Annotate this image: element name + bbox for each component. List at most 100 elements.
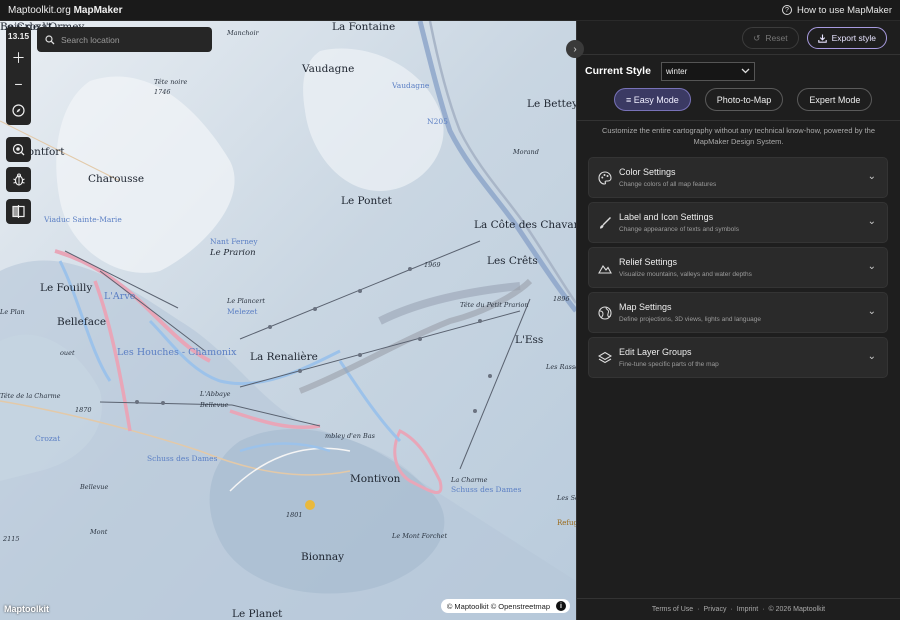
section-subtitle: Define projections, 3D views, lights and… xyxy=(619,316,762,323)
map-label: Le Pontet xyxy=(341,195,392,207)
imprint-link[interactable]: Imprint xyxy=(737,606,758,613)
map-label: Schuss des Dames xyxy=(147,454,218,463)
attribution-text: © Maptoolkit © Openstreetmap xyxy=(446,601,550,611)
export-label: Export style xyxy=(831,33,876,43)
section-title: Edit Layer Groups xyxy=(619,347,692,357)
terms-link[interactable]: Terms of Use xyxy=(652,606,693,613)
footer-separator: · xyxy=(697,606,700,613)
location-search-tool-button[interactable] xyxy=(6,137,31,162)
app-brand[interactable]: Maptoolkit.org MapMaker xyxy=(8,5,123,16)
section-edit-layer-groups[interactable]: Edit Layer Groups Fine-tune specific par… xyxy=(588,337,888,378)
zoom-level-indicator: 13.15 xyxy=(6,27,31,45)
map-label: Les Crêts xyxy=(487,255,538,267)
map-label: Crozat xyxy=(35,434,61,443)
map-label: Le Mont Forchet xyxy=(392,532,448,540)
compass-button[interactable] xyxy=(6,97,31,123)
map-label: Le Plancert xyxy=(227,297,265,305)
map-attribution: © Maptoolkit © Openstreetmap i xyxy=(440,599,570,613)
chevron-down-icon xyxy=(741,68,750,74)
mode-tabs: ≡ Easy Mode Photo-to-Map Expert Mode xyxy=(614,88,873,111)
section-title: Map Settings xyxy=(619,302,672,312)
section-relief-settings[interactable]: Relief Settings Visualize mountains, val… xyxy=(588,247,888,288)
chevron-right-icon: › xyxy=(573,43,577,55)
map-label: Melezet xyxy=(227,307,258,316)
mode-description: Customize the entire cartography without… xyxy=(601,126,876,146)
section-subtitle: Fine-tune specific parts of the map xyxy=(619,361,719,368)
zoom-out-button[interactable]: − xyxy=(6,71,31,97)
map-label: Tête noire xyxy=(154,78,188,86)
privacy-link[interactable]: Privacy xyxy=(704,606,727,613)
chevron-down-icon: ⌄ xyxy=(867,261,876,272)
export-style-button[interactable]: Export style xyxy=(806,27,887,49)
map-canvas[interactable]: La Fontaine Manchoir Vaudagne Vaudagne Le Be… xyxy=(0,21,576,620)
map-label: Vaudagne xyxy=(392,81,430,90)
divider xyxy=(577,54,900,55)
section-map-settings[interactable]: Map Settings Define projections, 3D view… xyxy=(588,292,888,333)
map-label: Belleface xyxy=(57,316,107,328)
chevron-down-icon: ⌄ xyxy=(867,216,876,227)
location-search-box[interactable] xyxy=(37,27,212,52)
tab-expert-mode[interactable]: Expert Mode xyxy=(797,88,873,111)
map-label: N205 xyxy=(427,117,448,126)
globe-icon xyxy=(598,306,612,320)
help-link[interactable]: ? How to use MapMaker xyxy=(781,5,892,16)
reset-button[interactable]: ↺ Reset xyxy=(742,27,799,49)
map-label: Montivon xyxy=(350,473,401,485)
collapse-panel-button[interactable]: › xyxy=(566,40,584,58)
map-label: La Charme xyxy=(451,476,488,484)
style-select-value: winter xyxy=(665,66,688,76)
copyright-text: © 2026 Maptoolkit xyxy=(768,606,826,613)
download-icon xyxy=(817,34,827,43)
zoom-level-value: 13.15 xyxy=(7,31,30,41)
map-label: Nant Ferney xyxy=(210,237,258,246)
section-title: Color Settings xyxy=(619,167,676,177)
compare-tool-button[interactable] xyxy=(6,199,31,224)
current-style-row: Current Style winter xyxy=(585,58,900,84)
map-label: Bionnay xyxy=(301,551,345,563)
map-label: La Fontaine xyxy=(332,21,396,33)
brand-bold: MapMaker xyxy=(73,4,123,16)
footer-separator: · xyxy=(730,606,733,613)
section-subtitle: Change colors of all map features xyxy=(619,181,717,188)
mountain-icon xyxy=(598,265,612,274)
chevron-down-icon: ⌄ xyxy=(867,171,876,182)
map-label: 1870 xyxy=(75,406,92,414)
help-icon: ? xyxy=(781,5,792,15)
info-icon[interactable]: i xyxy=(556,601,566,611)
section-label-icon-settings[interactable]: Label and Icon Settings Change appearanc… xyxy=(588,202,888,243)
map-label: Le Fouilly xyxy=(40,282,93,294)
map-label: Tête du Petit Prarion xyxy=(460,301,529,309)
section-title: Label and Icon Settings xyxy=(619,212,714,222)
search-input[interactable] xyxy=(61,34,201,45)
map-label: 1969 xyxy=(424,261,441,269)
zoom-in-button[interactable]: ＋ xyxy=(6,45,31,71)
palette-icon xyxy=(598,171,612,185)
section-subtitle: Visualize mountains, valleys and water d… xyxy=(619,271,752,278)
map-label: Les Houches - Chamonix xyxy=(117,347,237,358)
section-color-settings[interactable]: Color Settings Change colors of all map … xyxy=(588,157,888,198)
map-label: Bellevue xyxy=(80,483,109,491)
map-label: La Côte des Chavants xyxy=(474,219,576,231)
map-label: Vaudagne xyxy=(302,63,355,75)
maptoolkit-logo: Maptoolkit xyxy=(4,604,49,614)
map-label: 1801 xyxy=(286,511,303,519)
target-icon xyxy=(12,143,25,156)
layers-icon xyxy=(598,351,612,364)
footer-separator: · xyxy=(762,606,765,613)
map-label: L'Arve xyxy=(104,291,136,302)
map-label: Refuge du Fioux xyxy=(557,519,576,527)
tab-easy-mode[interactable]: ≡ Easy Mode xyxy=(614,88,691,111)
brush-icon xyxy=(600,217,611,229)
map-label: Mont xyxy=(90,528,108,536)
reset-label: Reset xyxy=(765,33,788,43)
tab-photo-to-map[interactable]: Photo-to-Map xyxy=(704,88,784,111)
debug-tool-button[interactable] xyxy=(6,167,31,192)
style-select[interactable]: winter xyxy=(660,61,755,81)
top-bar: Maptoolkit.org MapMaker ? How to use Map… xyxy=(0,0,900,21)
divider xyxy=(577,120,900,121)
map-label: Morand xyxy=(513,148,539,156)
map-label: mbley d'en Bas xyxy=(325,432,376,440)
compass-icon xyxy=(12,103,25,117)
map-label: 1746 xyxy=(154,88,171,96)
map-label: L'Abbaye xyxy=(200,390,231,398)
